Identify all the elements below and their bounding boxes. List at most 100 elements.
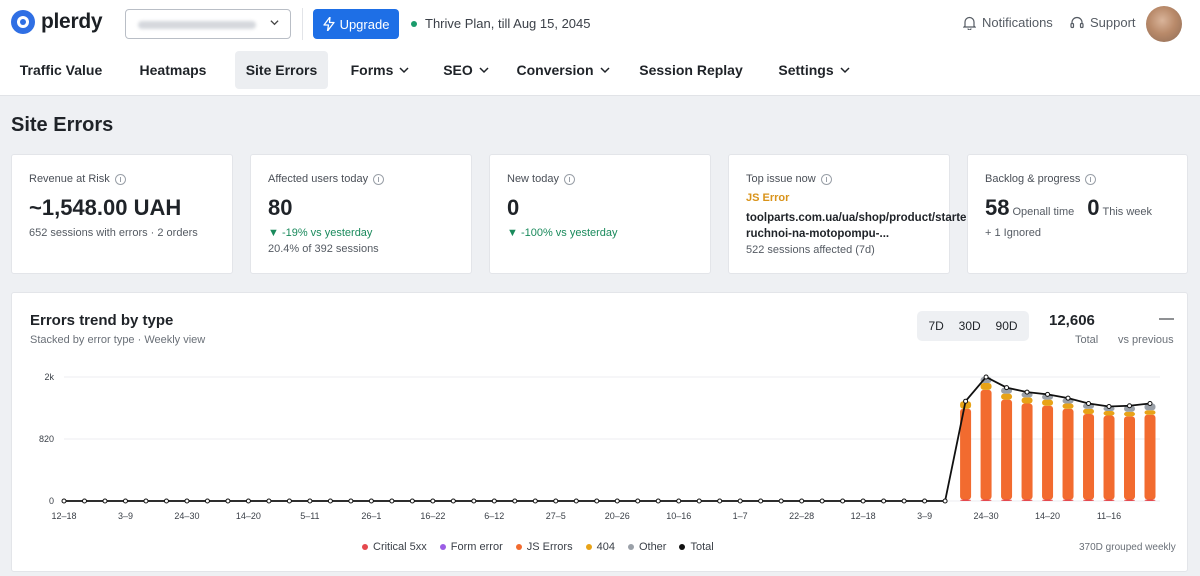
- card-label-text: Revenue at Risk: [29, 173, 110, 185]
- affected-users-card: Affected users today 80 ▼ -19% vs yester…: [250, 154, 472, 274]
- total-point: [245, 498, 251, 504]
- total-point: [778, 498, 784, 504]
- total-point: [655, 498, 661, 504]
- total-point: [471, 498, 477, 504]
- total-point: [799, 498, 805, 504]
- info-icon[interactable]: [820, 173, 832, 185]
- logo[interactable]: plerdy: [11, 10, 103, 34]
- backlog-values: 58 Openall time 0 This week: [985, 195, 1162, 221]
- nav-traffic-value[interactable]: Traffic Value: [10, 51, 112, 89]
- bar-segment-critical: [1001, 499, 1013, 501]
- x-tick-label: 5–11: [300, 511, 319, 521]
- bar-segment-e404: [1021, 397, 1033, 404]
- card-subtext: 20.4% of 392 sessions: [268, 243, 379, 255]
- info-icon[interactable]: [373, 173, 385, 185]
- legend-label: Total: [690, 541, 714, 553]
- legend-dot: [679, 544, 686, 550]
- open-count: 58: [985, 195, 1010, 220]
- site-selector-value: [138, 21, 256, 29]
- top-issue-url[interactable]: toolparts.com.ua/ua/shop/product/starter…: [746, 210, 975, 242]
- brand-name: plerdy: [41, 10, 103, 33]
- bar-segment-critical: [1042, 499, 1054, 501]
- total-point: [1024, 389, 1030, 395]
- x-tick-label: 27–5: [546, 511, 566, 521]
- legend-total[interactable]: Total: [679, 541, 714, 553]
- week-label: This week: [1102, 206, 1153, 218]
- bar-segment-e404: [1062, 403, 1074, 409]
- total-point: [635, 498, 641, 504]
- total-point: [1127, 403, 1133, 409]
- total-point: [881, 498, 887, 504]
- chevron-down-icon: [840, 67, 850, 74]
- info-icon[interactable]: [1085, 173, 1097, 185]
- site-selector[interactable]: [125, 9, 291, 39]
- card-label-text: Top issue now: [746, 173, 816, 185]
- total-point: [963, 398, 969, 404]
- headset-icon: [1070, 16, 1084, 28]
- total-point: [512, 498, 518, 504]
- nav-session-replay[interactable]: Session Replay: [633, 51, 749, 89]
- total-point: [430, 498, 436, 504]
- legend-other[interactable]: Other: [627, 541, 666, 553]
- total-point: [61, 498, 67, 504]
- nav-forms[interactable]: Forms: [345, 51, 415, 89]
- total-point: [901, 498, 907, 504]
- total-point: [819, 498, 825, 504]
- nav-label: Forms: [350, 62, 394, 78]
- lightning-icon: [322, 17, 335, 31]
- legend-label: 404: [596, 541, 615, 553]
- legend-js-errors[interactable]: JS Errors: [515, 541, 573, 553]
- backlog-progress-card: Backlog & progress 58 Openall time 0 Thi…: [967, 154, 1188, 274]
- info-icon[interactable]: [114, 173, 126, 185]
- bar-segment-e404: [1042, 399, 1054, 406]
- header-divider: [302, 8, 303, 40]
- total-point: [163, 498, 169, 504]
- bell-icon: [963, 16, 976, 30]
- x-tick-label: 14–20: [236, 511, 261, 521]
- notifications-label: Notifications: [982, 15, 1053, 30]
- upgrade-button[interactable]: Upgrade: [313, 9, 399, 39]
- plerdy-logo-icon: [11, 10, 35, 34]
- nav-settings[interactable]: Settings: [770, 51, 858, 89]
- legend-critical[interactable]: Critical 5xx: [362, 541, 427, 553]
- info-icon[interactable]: [563, 173, 575, 185]
- legend-dot: [627, 544, 634, 550]
- total-point: [717, 498, 723, 504]
- nav-seo[interactable]: SEO: [436, 51, 496, 89]
- nav-conversion[interactable]: Conversion: [513, 51, 613, 89]
- total-point: [614, 498, 620, 504]
- x-tick-label: 6–12: [484, 511, 504, 521]
- bar-segment-js: [980, 389, 992, 500]
- legend-404[interactable]: 404: [585, 541, 615, 553]
- total-point: [81, 498, 87, 504]
- legend-form-error[interactable]: Form error: [439, 541, 503, 553]
- plan-status-dot: [411, 20, 417, 27]
- nav-label: Settings: [778, 62, 834, 78]
- chevron-down-icon: [270, 20, 279, 26]
- top-issue-card[interactable]: Top issue now JS Error toolparts.com.ua/…: [728, 154, 975, 274]
- upgrade-label: Upgrade: [339, 16, 390, 32]
- nav-heatmaps[interactable]: Heatmaps: [130, 51, 216, 89]
- total-point: [348, 498, 354, 504]
- legend-dot: [515, 544, 522, 550]
- y-tick-label: 2k: [44, 372, 54, 382]
- notifications-button[interactable]: Notifications: [963, 15, 1053, 30]
- bar-segment-critical: [980, 499, 992, 501]
- bar-segment-e404: [1001, 393, 1013, 400]
- bar-segment-critical: [1124, 499, 1136, 501]
- card-value: 80: [268, 195, 293, 220]
- user-avatar[interactable]: [1146, 6, 1182, 42]
- revenue-at-risk-card: Revenue at Risk ~1,548.00 UAH 652 sessio…: [11, 154, 233, 274]
- x-tick-label: 24–30: [174, 511, 199, 521]
- card-value: ~1,548.00 UAH: [29, 195, 182, 220]
- bar-segment-js: [1042, 405, 1054, 500]
- card-label: Backlog & progress: [985, 173, 1097, 185]
- total-point: [1004, 385, 1010, 391]
- ignored-count[interactable]: + 1 Ignored: [985, 227, 1041, 239]
- bar-segment-critical: [1103, 499, 1115, 501]
- nav-site-errors[interactable]: Site Errors: [235, 51, 328, 89]
- card-value: 0: [507, 195, 520, 220]
- support-button[interactable]: Support: [1070, 15, 1136, 30]
- total-point: [225, 498, 231, 504]
- delta-badge: ▼ -19% vs yesterday: [268, 227, 373, 239]
